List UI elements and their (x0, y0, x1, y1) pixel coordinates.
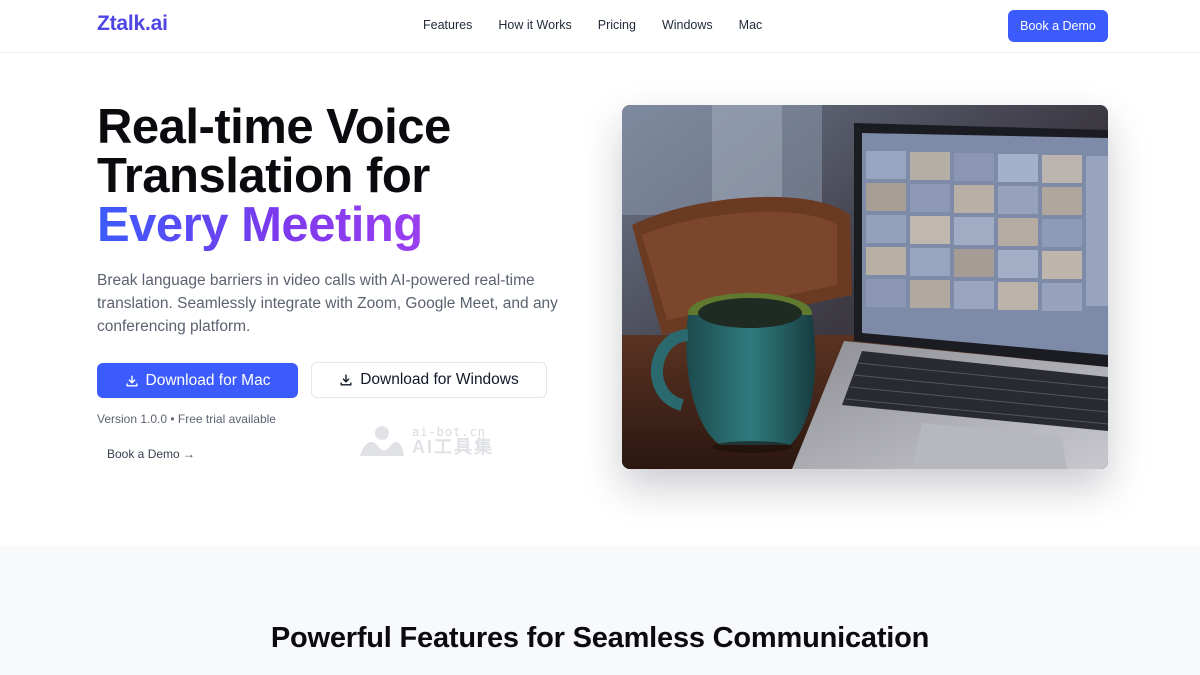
book-demo-link-label: Book a Demo (107, 447, 180, 461)
meeting-photo (622, 105, 1108, 469)
download-mac-label: Download for Mac (145, 371, 271, 389)
download-mac-button[interactable]: Download for Mac (97, 363, 298, 398)
main-nav: Features How it Works Pricing Windows Ma… (423, 18, 788, 32)
logo[interactable]: Ztalk.ai (97, 12, 168, 36)
nav-mac[interactable]: Mac (739, 18, 763, 32)
nav-features[interactable]: Features (423, 18, 472, 32)
features-section (0, 546, 1200, 675)
site-header: Ztalk.ai Features How it Works Pricing W… (0, 0, 1200, 53)
hero-title-line1: Real-time Voice (97, 100, 451, 154)
nav-windows[interactable]: Windows (662, 18, 713, 32)
version-info: Version 1.0.0 • Free trial available (97, 412, 276, 426)
watermark: ai-bot.cn AI工具集 (358, 424, 494, 458)
hero-subtitle: Break language barriers in video calls w… (97, 272, 558, 335)
book-demo-link[interactable]: Book a Demo → (107, 447, 195, 461)
watermark-text: ai-bot.cn AI工具集 (412, 426, 494, 456)
arrow-right-icon: → (183, 447, 196, 461)
watermark-brand: AI工具集 (412, 437, 494, 457)
book-demo-button[interactable]: Book a Demo (1008, 10, 1108, 42)
download-windows-label: Download for Windows (360, 371, 519, 388)
nav-pricing[interactable]: Pricing (598, 18, 636, 32)
hero-title-line2: Translation for (97, 149, 430, 203)
watermark-logo-icon (360, 426, 404, 456)
hero-title: Real-time Voice Translation for Every Me… (97, 103, 451, 250)
meeting-photo-illustration (622, 105, 1108, 469)
download-icon (126, 374, 138, 387)
download-icon (340, 374, 352, 386)
hero-title-highlight: Every Meeting (97, 198, 423, 252)
download-windows-button[interactable]: Download for Windows (311, 362, 547, 398)
features-title: Powerful Features for Seamless Communica… (270, 622, 930, 654)
nav-how-it-works[interactable]: How it Works (498, 18, 571, 32)
